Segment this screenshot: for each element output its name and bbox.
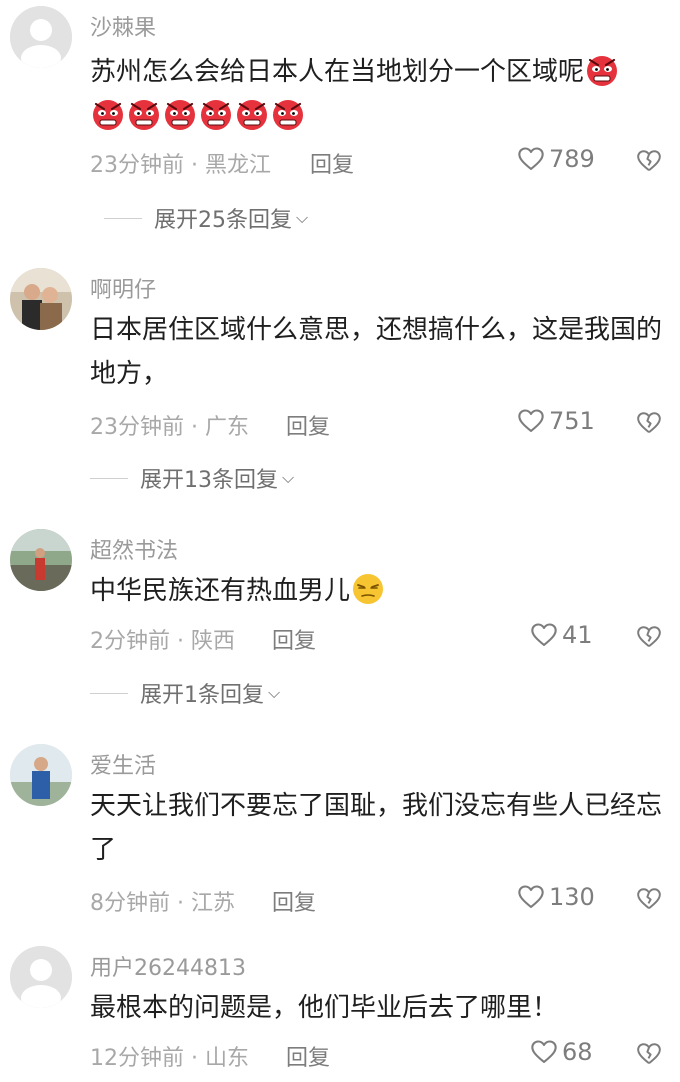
broken-heart-icon[interactable] <box>636 1041 662 1067</box>
like-count: 68 <box>562 1038 593 1066</box>
divider-line <box>90 477 128 479</box>
broken-heart-icon[interactable] <box>636 410 662 436</box>
like-count: 789 <box>549 145 595 173</box>
comment-text: 日本居住区域什么意思，还想搞什么，这是我国的地方， <box>90 315 663 389</box>
divider-line <box>104 217 142 219</box>
chevron-down-icon: ⌵ <box>296 208 309 227</box>
reply-button[interactable]: 回复 <box>286 1040 330 1072</box>
avatar[interactable] <box>10 529 72 591</box>
angry-face-emoji <box>162 96 198 132</box>
avatar[interactable] <box>10 946 72 1008</box>
reply-button[interactable]: 回复 <box>272 885 316 917</box>
heart-icon <box>530 1038 558 1066</box>
angry-face-emoji <box>198 96 234 132</box>
comment-text: 天天让我们不要忘了国耻，我们没忘有些人已经忘了 <box>90 791 663 865</box>
like-count: 41 <box>562 621 593 649</box>
comment-meta: 2分钟前 · 陕西 <box>90 629 235 654</box>
heart-icon <box>517 145 545 173</box>
expand-replies-label: 展开25条回复 <box>154 208 292 233</box>
chevron-down-icon: ⌵ <box>282 468 295 487</box>
comment-item: 爱生活 天天让我们不要忘了国耻，我们没忘有些人已经忘了 8分钟前 · 江苏 回复… <box>0 738 680 928</box>
broken-heart-icon[interactable] <box>636 624 662 650</box>
comment-item: 沙棘果 苏州怎么会给日本人在当地划分一个区域呢 23分钟前 · 黑龙江 回复 7… <box>0 0 680 255</box>
comment-meta: 23分钟前 · 黑龙江 <box>90 153 271 178</box>
comment-item: 用户26244813 最根本的问题是，他们毕业后去了哪里！ 12分钟前 · 山东… <box>0 940 680 1080</box>
smirk-face-emoji <box>350 571 386 607</box>
comment-text-content: 中华民族还有热血男儿 <box>90 576 351 606</box>
angry-face-emoji <box>270 96 306 132</box>
like-button[interactable]: 789 <box>517 145 595 173</box>
expand-replies-button[interactable]: 展开1条回复 ⌵ <box>90 677 280 709</box>
like-button[interactable]: 751 <box>517 407 595 435</box>
comment-text: 苏州怎么会给日本人在当地划分一个区域呢 <box>90 50 665 138</box>
avatar[interactable] <box>10 6 72 68</box>
like-count: 751 <box>549 407 595 435</box>
divider-line <box>90 692 128 694</box>
chevron-down-icon: ⌵ <box>268 683 281 702</box>
comment-meta: 23分钟前 · 广东 <box>90 415 249 440</box>
expand-replies-button[interactable]: 展开25条回复 ⌵ <box>104 202 308 234</box>
like-button[interactable]: 68 <box>530 1038 593 1066</box>
comment-meta: 12分钟前 · 山东 <box>90 1046 249 1071</box>
reply-button[interactable]: 回复 <box>272 623 316 655</box>
angry-face-emoji <box>584 52 620 88</box>
comment-username[interactable]: 沙棘果 <box>90 10 156 42</box>
angry-face-emoji <box>90 96 126 132</box>
like-count: 130 <box>549 883 595 911</box>
expand-replies-button[interactable]: 展开13条回复 ⌵ <box>90 462 294 494</box>
expand-replies-label: 展开1条回复 <box>140 683 264 708</box>
comment-text: 中华民族还有热血男儿 <box>90 569 665 613</box>
angry-face-emoji <box>234 96 270 132</box>
like-button[interactable]: 41 <box>530 621 593 649</box>
angry-face-emoji <box>126 96 162 132</box>
avatar[interactable] <box>10 744 72 806</box>
like-button[interactable]: 130 <box>517 883 595 911</box>
reply-button[interactable]: 回复 <box>286 409 330 441</box>
comment-username[interactable]: 啊明仔 <box>90 272 156 304</box>
comment-meta: 8分钟前 · 江苏 <box>90 891 235 916</box>
reply-button[interactable]: 回复 <box>310 147 354 179</box>
comment-item: 啊明仔 日本居住区域什么意思，还想搞什么，这是我国的地方， 23分钟前 · 广东… <box>0 262 680 514</box>
heart-icon <box>530 621 558 649</box>
heart-icon <box>517 883 545 911</box>
broken-heart-icon[interactable] <box>636 886 662 912</box>
expand-replies-label: 展开13条回复 <box>140 468 278 493</box>
comment-text-content: 苏州怎么会给日本人在当地划分一个区域呢 <box>90 57 585 87</box>
avatar[interactable] <box>10 268 72 330</box>
comment-text: 最根本的问题是，他们毕业后去了哪里！ <box>90 993 559 1023</box>
comment-username[interactable]: 用户26244813 <box>90 950 246 982</box>
comment-username[interactable]: 超然书法 <box>90 533 178 565</box>
comment-item: 超然书法 中华民族还有热血男儿 2分钟前 · 陕西 回复 41 展开1条回复 ⌵ <box>0 523 680 723</box>
broken-heart-icon[interactable] <box>636 148 662 174</box>
heart-icon <box>517 407 545 435</box>
comment-username[interactable]: 爱生活 <box>90 748 156 780</box>
